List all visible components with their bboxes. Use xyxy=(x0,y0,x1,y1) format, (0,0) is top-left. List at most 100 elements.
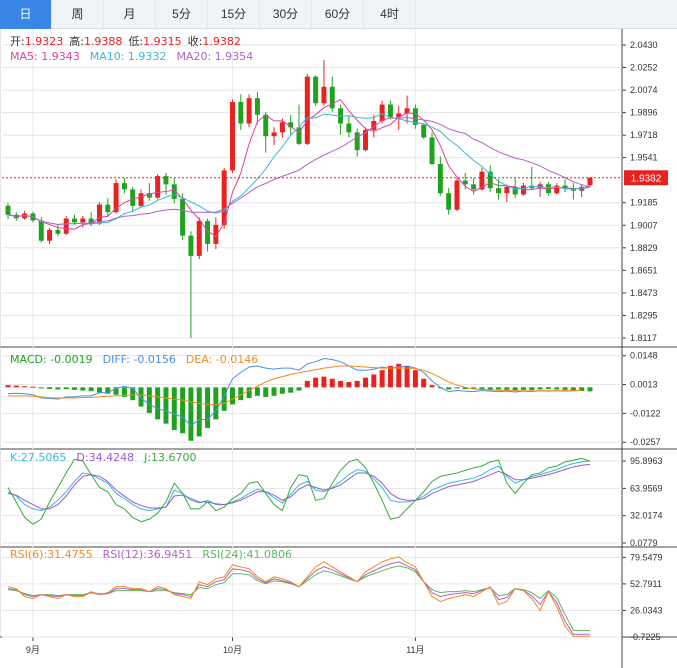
candle-body xyxy=(304,76,310,144)
macd-bar xyxy=(346,381,352,388)
macd-bar xyxy=(296,387,302,391)
y-tick-label: 0.0013 xyxy=(630,380,658,390)
y-tick-label: 2.0074 xyxy=(630,85,658,95)
tab-month[interactable]: 月 xyxy=(104,0,156,29)
macd-bar xyxy=(562,387,568,390)
ohlc-readout: 开:1.9323 高:1.9388 低:1.9315 收:1.9382 xyxy=(10,34,241,48)
rsi12-line xyxy=(7,561,590,635)
current-price-tag: 1.9382 xyxy=(624,170,668,186)
macd-bar xyxy=(96,387,102,393)
y-tick-label: -0.0122 xyxy=(630,408,661,418)
y-tick-label: 1.8295 xyxy=(630,310,658,320)
rsi6-line xyxy=(7,556,590,637)
grid-lines xyxy=(0,29,677,668)
candle-body xyxy=(96,204,102,224)
y-tick-label: 1.9541 xyxy=(630,153,658,163)
macd-bar xyxy=(72,387,78,390)
candle-body xyxy=(271,132,277,137)
candle-body xyxy=(279,122,285,133)
tab-15min[interactable]: 15分 xyxy=(208,0,260,29)
y-tick-label: 1.8117 xyxy=(630,333,657,343)
candle-body xyxy=(63,218,69,234)
candle-body xyxy=(180,198,186,236)
candle-body xyxy=(105,204,111,213)
tab-30min[interactable]: 30分 xyxy=(260,0,312,29)
candle-body xyxy=(387,104,393,118)
macd-bar xyxy=(55,387,61,390)
macd-bar xyxy=(80,387,86,391)
y-tick-label: 79.5479 xyxy=(630,552,663,562)
macd-bar xyxy=(196,387,202,437)
candlestick-series xyxy=(5,60,593,338)
y-tick-label: 26.0343 xyxy=(630,605,663,615)
macd-bar xyxy=(338,380,344,388)
candle-body xyxy=(379,104,385,122)
tab-60min[interactable]: 60分 xyxy=(312,0,364,29)
macd-bar xyxy=(545,387,551,390)
macd-bar xyxy=(188,387,194,441)
kdj-readout: K:27.5065 D:34.4248 J:13.6700 xyxy=(10,451,197,464)
macd-bar xyxy=(229,387,235,405)
macd-bar xyxy=(13,385,19,388)
y-tick-label: 0.0779 xyxy=(630,538,658,548)
macd-bar xyxy=(63,387,69,390)
macd-bar xyxy=(321,376,327,388)
macd-bar xyxy=(205,387,211,428)
tab-week[interactable]: 周 xyxy=(52,0,104,29)
macd-bar xyxy=(537,387,543,390)
tab-day[interactable]: 日 xyxy=(0,0,52,29)
rsi-panel xyxy=(7,556,590,637)
candle-body xyxy=(55,229,61,234)
stock-chart[interactable]: 2.0430 2.0252 2.0074 1.9896 1.9718 1.9541 1.91… xyxy=(0,29,677,668)
tab-4hour[interactable]: 4时 xyxy=(364,0,416,29)
macd-bar xyxy=(288,387,294,393)
candle-body xyxy=(155,176,161,198)
candle-body xyxy=(130,189,136,206)
macd-bar xyxy=(22,386,28,388)
candle-body xyxy=(246,98,252,124)
macd-bar xyxy=(329,378,335,388)
macd-bar xyxy=(5,385,11,388)
macd-bar xyxy=(246,387,252,398)
period-tabs: 日 周 月 5分 15分 30分 60分 4时 xyxy=(0,0,677,29)
macd-bar xyxy=(363,377,369,388)
macd-bar xyxy=(387,365,393,388)
macd-bar xyxy=(520,387,526,390)
y-tick-label: 1.8651 xyxy=(630,265,658,275)
macd-bar xyxy=(504,387,510,390)
macd-bar xyxy=(155,387,161,420)
y-tick-label: 32.0174 xyxy=(630,511,663,521)
candle-body xyxy=(346,123,352,133)
macd-bar xyxy=(354,380,360,388)
macd-bar xyxy=(304,380,310,388)
candle-body xyxy=(196,221,202,256)
macd-bar xyxy=(412,370,418,388)
y-tick-label: 1.9718 xyxy=(630,130,658,140)
candle-body xyxy=(188,235,194,256)
x-tick-label: 10月 xyxy=(223,645,242,655)
tab-5min[interactable]: 5分 xyxy=(156,0,208,29)
candle-body xyxy=(321,86,327,104)
y-tick-label: -0.0257 xyxy=(630,437,661,447)
macd-bar xyxy=(271,387,277,396)
candle-body xyxy=(446,193,452,210)
y-tick-label: 1.8473 xyxy=(630,288,658,298)
candle-body xyxy=(263,114,269,137)
macd-bar xyxy=(88,387,94,392)
macd-bar xyxy=(371,374,377,388)
macd-bar xyxy=(38,387,44,389)
macd-bar xyxy=(446,387,452,390)
y-tick-label: 1.9896 xyxy=(630,108,658,118)
candle-body xyxy=(437,164,443,194)
macd-bar xyxy=(379,370,385,388)
macd-panel xyxy=(5,357,593,441)
macd-bar xyxy=(587,387,593,392)
y-tick-label: 63.9569 xyxy=(630,483,663,493)
kdj-panel xyxy=(7,457,591,525)
macd-bar xyxy=(180,387,186,434)
macd-bar xyxy=(254,387,260,396)
candle-body xyxy=(254,98,260,115)
macd-bar xyxy=(146,387,152,413)
candle-body xyxy=(238,102,244,124)
y-tick-label: -0.7225 xyxy=(630,632,661,642)
